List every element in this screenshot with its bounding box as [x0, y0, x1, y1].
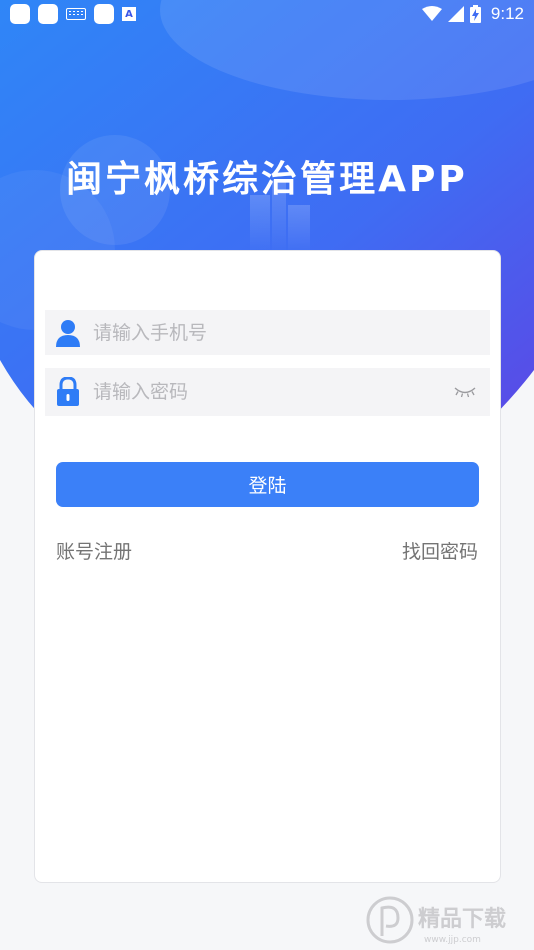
wifi-icon — [421, 6, 442, 21]
notification-square-icon — [10, 4, 30, 24]
watermark-logo: 精品下载 www.jjp.com — [364, 894, 530, 946]
keyboard-icon — [66, 8, 86, 20]
eye-closed-icon[interactable] — [452, 383, 478, 401]
watermark-text: 精品下载 — [418, 906, 506, 932]
status-time: 9:12 — [490, 4, 524, 23]
phone-input[interactable] — [93, 310, 490, 355]
a-badge-icon: A — [122, 7, 136, 21]
notification-square-icon — [38, 4, 58, 24]
password-field — [45, 368, 490, 416]
phone-field — [45, 310, 490, 355]
battery-charging-icon — [469, 5, 481, 23]
login-card: 登陆 账号注册 找回密码 — [34, 250, 501, 883]
signal-icon — [447, 6, 464, 22]
notification-square-icon — [94, 4, 114, 24]
app-title: 闽宁枫桥综治管理APP — [66, 159, 468, 200]
watermark-url: www.jjp.com — [424, 935, 481, 945]
forgot-password-link[interactable]: 找回密码 — [402, 537, 478, 564]
login-button[interactable]: 登陆 — [56, 462, 479, 507]
status-bar: A 9:12 — [0, 0, 534, 28]
password-input[interactable] — [93, 368, 452, 416]
lock-icon — [55, 377, 81, 407]
register-link[interactable]: 账号注册 — [56, 537, 132, 564]
user-icon — [55, 318, 81, 348]
